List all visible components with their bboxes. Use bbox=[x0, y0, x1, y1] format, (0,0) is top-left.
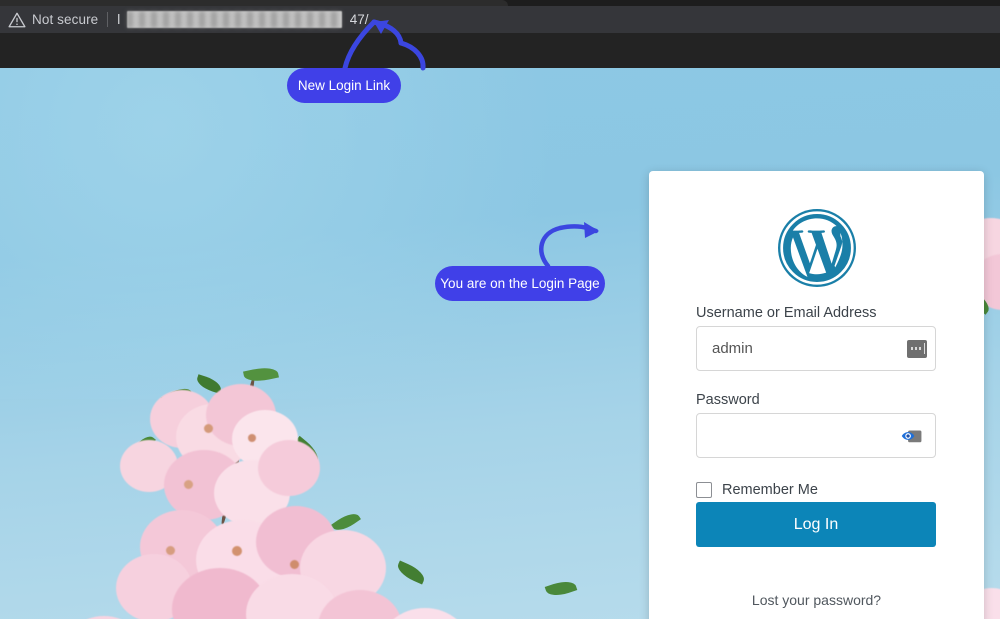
callout-badge-login-page[interactable]: You are on the Login Page bbox=[435, 266, 605, 301]
browser-window: Not secure lxxxxxxxxxxxxxxxxxxxxxxxxxxxx… bbox=[0, 0, 1000, 619]
callout-arrow-login-page bbox=[539, 222, 599, 269]
callout-badge-new-login-link[interactable]: New Login Link bbox=[287, 68, 401, 103]
